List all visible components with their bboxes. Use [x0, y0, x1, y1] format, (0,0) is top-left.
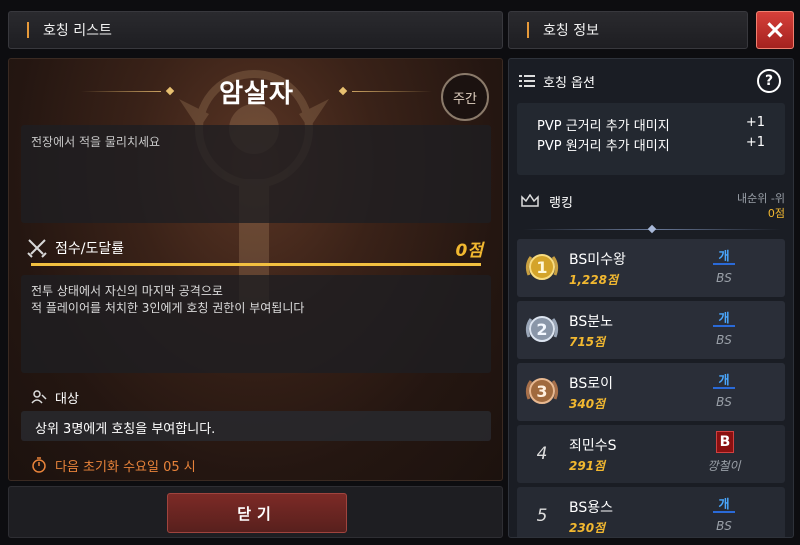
player-score: 291점 — [569, 459, 606, 473]
gold-medal-icon: 1 — [523, 249, 561, 287]
title-description: 전장에서 적을 물리치세요 — [21, 125, 491, 223]
guild-mark-icon: 개 — [713, 309, 735, 327]
player-name: 죄민수S — [569, 438, 617, 454]
medal-rank-text: 3 — [536, 382, 547, 401]
help-icon[interactable]: ? — [757, 69, 781, 93]
target-text: 상위 3명에게 호칭을 부여합니다. — [21, 411, 491, 441]
header-accent-bar — [527, 22, 529, 38]
guild-mark-icon: B — [716, 431, 734, 453]
score-row: 점수/도달률 0점 — [21, 233, 491, 267]
player-name: BS용스 — [569, 500, 614, 516]
player-name: BS로이 — [569, 376, 614, 392]
title-list-header-text: 호칭 리스트 — [43, 23, 112, 39]
target-label-row: 대상 — [31, 387, 79, 407]
crown-icon — [521, 194, 539, 207]
player-score: 715점 — [569, 335, 606, 349]
close-glyph: × — [764, 15, 786, 45]
player-name: BS분노 — [569, 314, 614, 330]
list-icon — [519, 75, 535, 87]
reset-row: 다음 초기화 수요일 05 시 — [31, 455, 196, 475]
my-rank-label: 내순위 -위 — [737, 192, 785, 205]
option-value: +1 — [745, 115, 765, 130]
person-icon — [31, 390, 47, 404]
guild-name: BS — [716, 333, 732, 347]
rank-number: 5 — [536, 506, 548, 526]
condition-description: 전투 상태에서 자신의 마지막 공격으로 적 플레이어를 처치한 3인에게 호칭… — [21, 275, 491, 373]
option-value: +1 — [745, 135, 765, 150]
title-info-panel: 호칭 옵션 ? PVP 근거리 추가 대미지 +1 PVP 원거리 추가 대미지… — [508, 58, 794, 538]
weekly-badge: 주간 — [441, 73, 489, 121]
score-progress-fill — [31, 263, 481, 266]
title-info-header-text: 호칭 정보 — [543, 23, 599, 39]
guild-name: 깡철이 — [707, 459, 741, 473]
ranking-row[interactable]: 1 BS미수왕 1,228점 개 BS — [517, 239, 785, 297]
ranking-label: 랭킹 — [549, 195, 573, 211]
condition-line-1: 전투 상태에서 자신의 마지막 공격으로 — [31, 284, 223, 298]
option-line: PVP 근거리 추가 대미지 +1 — [537, 115, 765, 135]
my-rank: 내순위 -위 0점 — [737, 191, 785, 221]
reset-text: 다음 초기화 수요일 05 시 — [55, 459, 196, 475]
option-name: PVP 근거리 추가 대미지 — [537, 119, 670, 134]
player-name: BS미수왕 — [569, 252, 626, 268]
rank-number: 4 — [536, 444, 548, 464]
close-icon[interactable]: × — [756, 11, 794, 49]
header-accent-bar — [27, 22, 29, 38]
score-label: 점수/도달률 — [55, 241, 125, 257]
medal-3-icon: 3 — [525, 378, 559, 404]
title-line-left — [81, 90, 162, 92]
title-detail-panel: 암살자 주간 전장에서 적을 물리치세요 점수/도달률 0점 전투 상태에서 자… — [8, 58, 503, 481]
bronze-medal-icon: 3 — [523, 373, 561, 411]
options-box: PVP 근거리 추가 대미지 +1 PVP 원거리 추가 대미지 +1 — [517, 103, 785, 175]
guild-mark-icon: 개 — [713, 495, 735, 513]
guild-name: BS — [716, 519, 732, 533]
guild-mark-icon: 개 — [713, 371, 735, 389]
player-score: 230점 — [569, 521, 606, 535]
guild-name: BS — [716, 395, 732, 409]
title-name-row: 암살자 — [9, 71, 502, 111]
diamond-icon — [338, 86, 348, 96]
player-score: 340점 — [569, 397, 606, 411]
target-label: 대상 — [55, 391, 79, 407]
medal-rank-text: 1 — [536, 258, 547, 277]
silver-medal-icon: 2 — [523, 311, 561, 349]
option-line: PVP 원거리 추가 대미지 +1 — [537, 135, 765, 155]
close-button[interactable]: 닫기 — [167, 493, 347, 533]
title-list-header: 호칭 리스트 — [8, 11, 503, 49]
ranking-row[interactable]: 5 BS용스 230점 개 BS — [517, 487, 785, 537]
medal-rank-text: 2 — [536, 320, 547, 339]
diamond-icon — [165, 86, 175, 96]
ranking-row[interactable]: 2 BS분노 715점 개 BS — [517, 301, 785, 359]
divider-diamond-icon — [647, 224, 657, 234]
medal-2-icon: 2 — [525, 316, 559, 342]
ranking-row[interactable]: 3 BS로이 340점 개 BS — [517, 363, 785, 421]
crossed-swords-icon — [27, 239, 47, 258]
guild-mark-icon: 개 — [713, 247, 735, 265]
stopwatch-icon — [32, 457, 46, 473]
my-rank-score: 0점 — [767, 207, 785, 220]
score-value: 0점 — [455, 241, 483, 261]
options-label: 호칭 옵션 — [543, 75, 595, 91]
player-score: 1,228점 — [569, 273, 618, 287]
condition-line-2: 적 플레이어를 처치한 3인에게 호칭 권한이 부여됩니다 — [31, 301, 305, 315]
guild-name: BS — [716, 271, 732, 285]
medal-1-icon: 1 — [525, 254, 559, 280]
ranking-list[interactable]: 1 BS미수왕 1,228점 개 BS 2 BS분노 715점 개 BS 3 B… — [517, 239, 785, 537]
option-name: PVP 원거리 추가 대미지 — [537, 139, 670, 154]
score-progress-track — [31, 263, 481, 266]
ranking-row[interactable]: 4 죄민수S 291점 B 깡철이 — [517, 425, 785, 483]
options-header: 호칭 옵션 — [519, 71, 785, 91]
title-line-right — [351, 90, 432, 92]
bottom-bar: 닫기 — [8, 486, 503, 538]
title-info-header: 호칭 정보 — [508, 11, 748, 49]
title-name: 암살자 — [219, 78, 294, 109]
